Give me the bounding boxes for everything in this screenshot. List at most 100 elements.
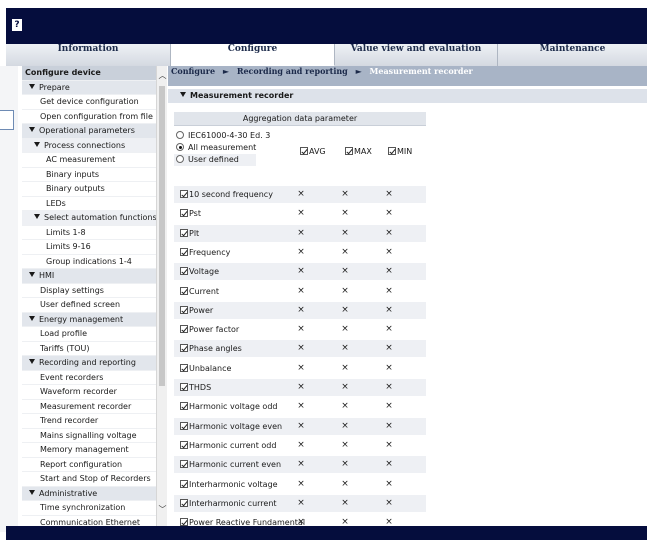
sidebar-item-start-and-stop-of-recorders[interactable]: Start and Stop of Recorders	[22, 472, 156, 487]
parameter-checkbox[interactable]: Plt	[180, 225, 199, 242]
sidebar-item-report-configuration[interactable]: Report configuration	[22, 458, 156, 472]
cell-avg-mark[interactable]: ×	[296, 263, 306, 280]
parameter-checkbox[interactable]: Harmonic voltage even	[180, 418, 282, 435]
checkbox-checked-icon[interactable]	[180, 421, 188, 430]
cell-min-mark[interactable]: ×	[384, 437, 394, 454]
cell-min-mark[interactable]: ×	[384, 244, 394, 261]
cell-avg-mark[interactable]: ×	[296, 302, 306, 319]
sidebar-item-memory-management[interactable]: Memory management	[22, 443, 156, 458]
checkbox-checked-icon[interactable]	[180, 247, 188, 256]
sidebar-item-administrative[interactable]: Administrative	[22, 486, 156, 501]
sidebar-item-communication-ethernet[interactable]: Communication Ethernet	[22, 516, 156, 527]
parameter-checkbox[interactable]: Interharmonic current	[180, 495, 277, 512]
section-header[interactable]: Measurement recorder	[168, 89, 647, 103]
radio-option-user[interactable]: User defined	[174, 154, 256, 166]
cell-avg-mark[interactable]: ×	[296, 514, 306, 526]
cell-avg-mark[interactable]: ×	[296, 321, 306, 338]
parameter-checkbox[interactable]: Current	[180, 283, 219, 300]
cell-max-mark[interactable]: ×	[340, 398, 350, 415]
radio-option-iec[interactable]: IEC61000-4-30 Ed. 3	[174, 130, 426, 142]
cell-max-mark[interactable]: ×	[340, 186, 350, 203]
sidebar-scrollbar[interactable]: ︿ ﹀	[156, 66, 167, 526]
parameter-checkbox[interactable]: Interharmonic voltage	[180, 476, 278, 493]
cell-avg-mark[interactable]: ×	[296, 418, 306, 435]
sidebar-item-time-synchronization[interactable]: Time synchronization	[22, 501, 156, 516]
cell-max-mark[interactable]: ×	[340, 514, 350, 526]
checkbox-checked-icon[interactable]	[180, 440, 188, 449]
cell-min-mark[interactable]: ×	[384, 398, 394, 415]
checkbox-checked-icon[interactable]	[180, 363, 188, 372]
tab-maintenance[interactable]: Maintenance	[498, 44, 647, 66]
checkbox-checked-icon[interactable]	[180, 228, 188, 237]
sidebar-item-event-recorders[interactable]: Event recorders	[22, 371, 156, 385]
breadcrumb-item-recording[interactable]: Recording and reporting	[237, 66, 348, 76]
parameter-checkbox[interactable]: Harmonic current odd	[180, 437, 276, 454]
cell-avg-mark[interactable]: ×	[296, 476, 306, 493]
cell-min-mark[interactable]: ×	[384, 302, 394, 319]
parameter-checkbox[interactable]: Power	[180, 302, 213, 319]
cell-min-mark[interactable]: ×	[384, 360, 394, 377]
checkbox-checked-icon[interactable]	[180, 498, 188, 507]
tab-configure[interactable]: Configure	[171, 44, 335, 66]
checkbox-checked-icon[interactable]	[180, 209, 188, 218]
sidebar-item-user-defined-screen[interactable]: User defined screen	[22, 298, 156, 313]
checkbox-checked-icon[interactable]	[180, 383, 188, 391]
parameter-checkbox[interactable]: 10 second frequency	[180, 186, 273, 203]
cell-min-mark[interactable]: ×	[384, 263, 394, 280]
cell-min-mark[interactable]: ×	[384, 379, 394, 396]
cell-avg-mark[interactable]: ×	[296, 225, 306, 242]
parameter-checkbox[interactable]: THDS	[180, 379, 211, 396]
checkbox-checked-icon[interactable]	[180, 267, 188, 276]
cell-min-mark[interactable]: ×	[384, 456, 394, 473]
sidebar-item-binary-outputs[interactable]: Binary outputs	[22, 182, 156, 197]
cell-avg-mark[interactable]: ×	[296, 495, 306, 512]
checkbox-checked-icon[interactable]	[180, 479, 188, 488]
cell-avg-mark[interactable]: ×	[296, 283, 306, 300]
sidebar-item-trend-recorder[interactable]: Trend recorder	[22, 414, 156, 429]
sidebar-item-group-indications-1-4[interactable]: Group indications 1-4	[22, 255, 156, 269]
cell-avg-mark[interactable]: ×	[296, 205, 306, 222]
sidebar-item-recording-and-reporting[interactable]: Recording and reporting	[22, 356, 156, 371]
cell-avg-mark[interactable]: ×	[296, 398, 306, 415]
parameter-checkbox[interactable]: Frequency	[180, 244, 230, 261]
sidebar-item-binary-inputs[interactable]: Binary inputs	[22, 168, 156, 182]
cell-max-mark[interactable]: ×	[340, 340, 350, 357]
cell-min-mark[interactable]: ×	[384, 205, 394, 222]
cell-max-mark[interactable]: ×	[340, 379, 350, 396]
sidebar-item-prepare[interactable]: Prepare	[22, 80, 156, 95]
parameter-checkbox[interactable]: Power factor	[180, 321, 239, 338]
sidebar-item-tariffs-tou[interactable]: Tariffs (TOU)	[22, 342, 156, 356]
scroll-down-icon[interactable]: ﹀	[157, 504, 168, 516]
checkbox-checked-icon[interactable]	[180, 402, 188, 411]
checkbox-checked-icon[interactable]	[388, 147, 396, 155]
cell-max-mark[interactable]: ×	[340, 360, 350, 377]
cell-max-mark[interactable]: ×	[340, 456, 350, 473]
column-max[interactable]: MAX	[345, 147, 372, 156]
scrollbar-thumb[interactable]	[159, 86, 165, 386]
parameter-checkbox[interactable]: Power Reactive Fundamental	[180, 514, 305, 526]
sidebar-item-ac-measurement[interactable]: AC measurement	[22, 153, 156, 168]
cell-avg-mark[interactable]: ×	[296, 379, 306, 396]
checkbox-checked-icon[interactable]	[180, 344, 188, 353]
column-avg[interactable]: AVG	[300, 147, 326, 156]
sidebar-item-open-configuration-from-file[interactable]: Open configuration from file	[22, 110, 156, 124]
cell-min-mark[interactable]: ×	[384, 476, 394, 493]
cell-max-mark[interactable]: ×	[340, 263, 350, 280]
cell-max-mark[interactable]: ×	[340, 321, 350, 338]
parameter-checkbox[interactable]: Unbalance	[180, 360, 231, 377]
tab-value-view[interactable]: Value view and evaluation	[335, 44, 498, 66]
radio-icon[interactable]	[176, 131, 184, 139]
cell-min-mark[interactable]: ×	[384, 225, 394, 242]
cell-max-mark[interactable]: ×	[340, 302, 350, 319]
sidebar-item-load-profile[interactable]: Load profile	[22, 327, 156, 342]
checkbox-checked-icon[interactable]	[180, 325, 188, 334]
sidebar-item-display-settings[interactable]: Display settings	[22, 284, 156, 298]
checkbox-checked-icon[interactable]	[180, 305, 188, 314]
sidebar-item-operational-parameters[interactable]: Operational parameters	[22, 124, 156, 139]
checkbox-checked-icon[interactable]	[180, 190, 188, 198]
cell-min-mark[interactable]: ×	[384, 418, 394, 435]
side-panel-handle[interactable]	[0, 110, 14, 130]
cell-max-mark[interactable]: ×	[340, 437, 350, 454]
cell-max-mark[interactable]: ×	[340, 225, 350, 242]
cell-avg-mark[interactable]: ×	[296, 456, 306, 473]
